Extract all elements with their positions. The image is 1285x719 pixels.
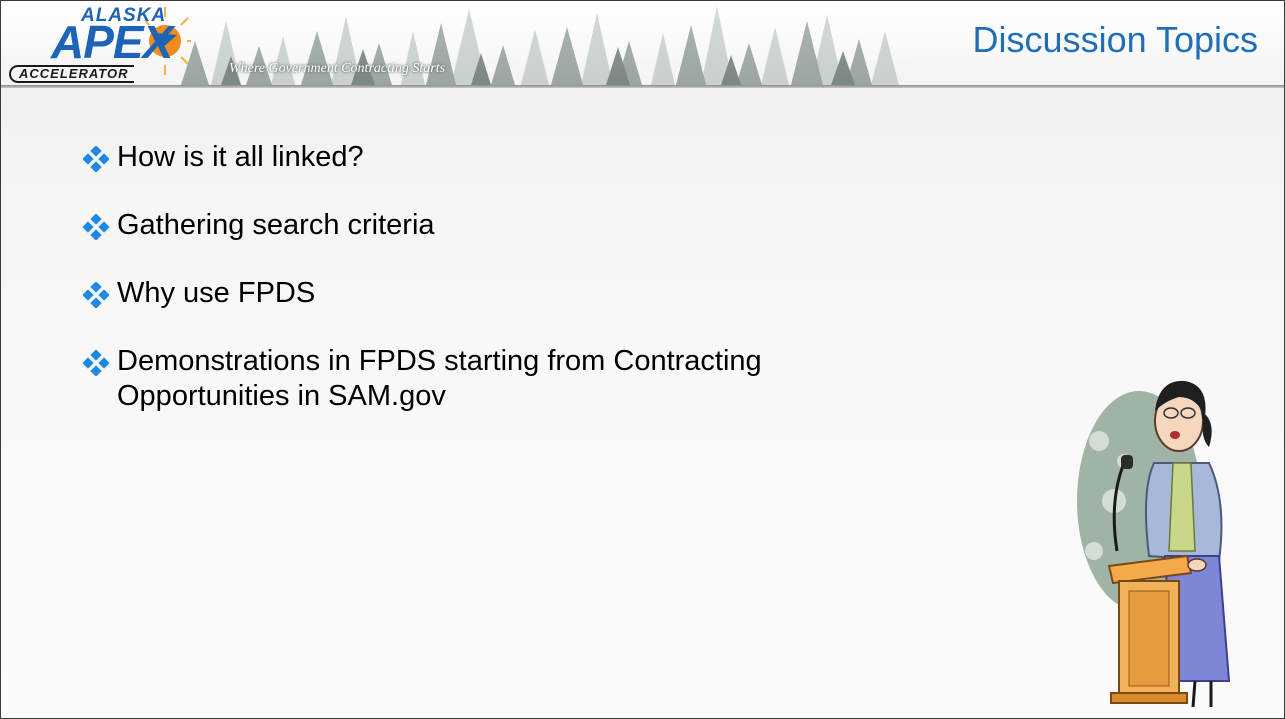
list-item: How is it all linked? — [82, 140, 843, 181]
list-item-text: Gathering search criteria — [117, 209, 435, 241]
tagline: Where Government Contracting Starts — [229, 61, 446, 76]
four-diamond-bullet-icon — [82, 276, 117, 317]
list-item-text: Why use FPDS — [117, 277, 316, 309]
list-item-text: Demonstrations in FPDS starting from Con… — [117, 345, 762, 412]
four-diamond-bullet-icon — [82, 140, 117, 181]
alaska-apex-accelerator-logo: ALASKA APEX ACCELERATOR — [5, 5, 191, 83]
logo-apex-text: APEX — [51, 16, 173, 68]
four-diamond-bullet-icon — [82, 344, 117, 385]
header-divider — [1, 85, 1284, 88]
list-item: Why use FPDS — [82, 276, 843, 317]
slide-header: ALASKA APEX ACCELERATOR Where Government… — [1, 1, 1284, 87]
woman-speaking-at-podium-illustration — [1077, 380, 1231, 708]
list-item: Demonstrations in FPDS starting from Con… — [82, 344, 843, 414]
list-item: Gathering search criteria — [82, 208, 843, 249]
slide: ALASKA APEX ACCELERATOR Where Government… — [0, 0, 1285, 719]
topics-list: How is it all linked? Gathering search c… — [82, 140, 843, 441]
four-diamond-bullet-icon — [82, 208, 117, 249]
slide-title: Discussion Topics — [972, 19, 1258, 60]
list-item-text: How is it all linked? — [117, 141, 364, 173]
logo-accelerator-text: ACCELERATOR — [9, 65, 135, 83]
